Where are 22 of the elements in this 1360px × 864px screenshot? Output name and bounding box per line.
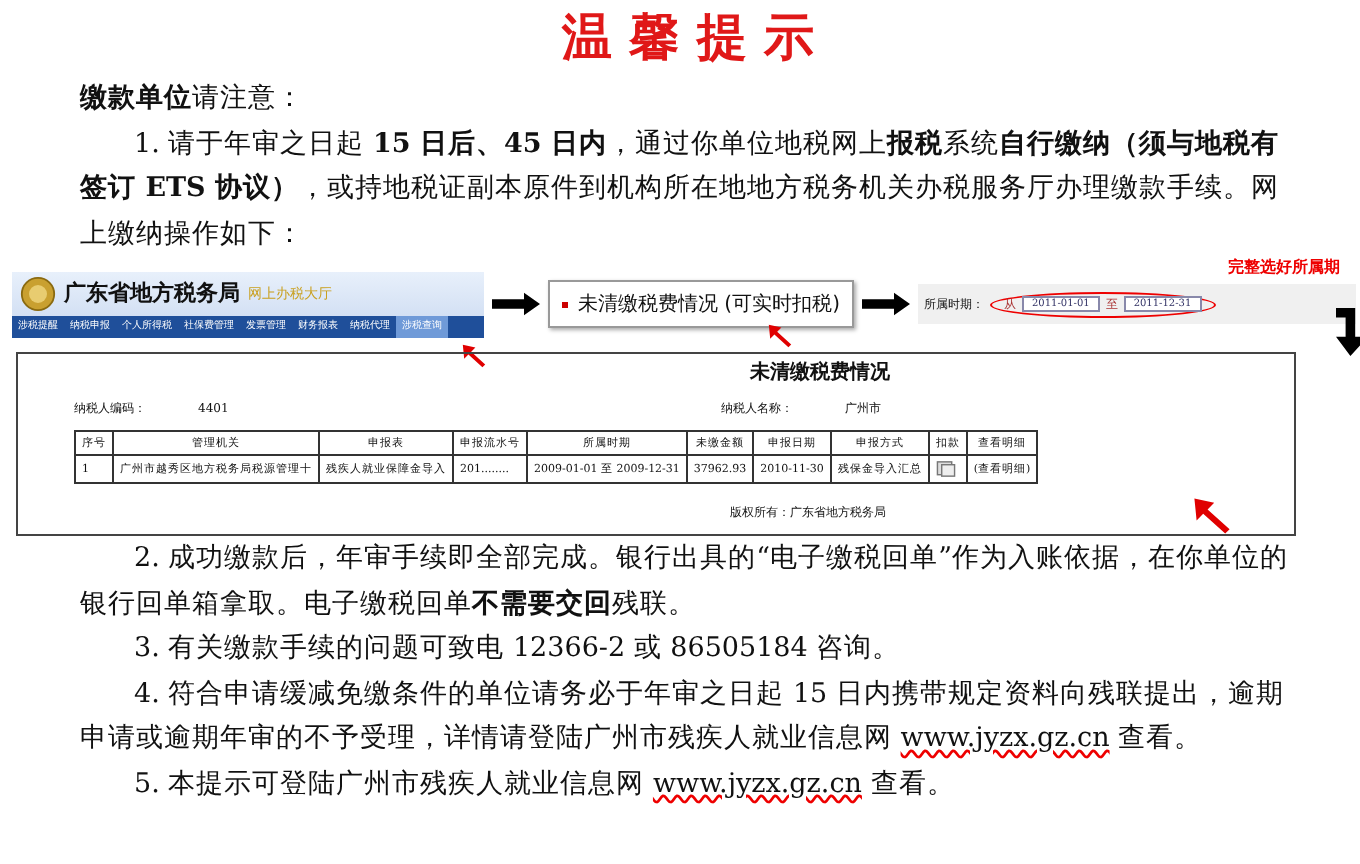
- document-icon[interactable]: [935, 460, 956, 478]
- menu-link[interactable]: 未清缴税费情况 (可实时扣税): [578, 290, 840, 318]
- instruction-paragraph: 5. 本提示可登陆广州市残疾人就业信息网 www.jyzx.gz.cn 查看。: [132, 765, 957, 803]
- emblem-icon: [20, 275, 56, 311]
- report-title: 未清缴税费情况: [748, 359, 892, 388]
- greeting-text: 缴款单位请注意：: [80, 80, 306, 118]
- website-link[interactable]: www.jyzx.gz.cn: [652, 767, 862, 799]
- instruction-paragraph: 1. 请于年审之日起 15 日后、45 日内，通过你单位地税网上报税系统自行缴纳（须与地税有签订 ETS 协议），或持地税证副本原件到机构所在地地方税务机关办税服务厅办理缴款手续。网上缴纳操作如下：: [80, 125, 1281, 253]
- instruction-paragraph: 2. 成功缴款后，年审手续即全部完成。银行出具的“电子缴税回单”作为入账依据，在你单位的银行回单箱拿取。电子缴税回单不需要交回残联。: [80, 540, 1290, 623]
- down-arrow-icon: [1336, 308, 1360, 356]
- instruction-paragraph: 3. 有关缴款手续的问题可致电 12366-2 或 86505184 咨询。: [132, 630, 903, 668]
- pointer-arrow-icon: [1190, 494, 1234, 538]
- notice-title: 温 馨 提 示: [559, 6, 817, 70]
- right-arrow-icon: [492, 292, 540, 316]
- bullet-icon: [562, 301, 568, 307]
- website-link[interactable]: www.jyzx.gz.cn: [900, 722, 1110, 754]
- pointer-arrow-icon: [460, 341, 488, 369]
- right-arrow-icon: [861, 292, 910, 316]
- pointer-arrow-icon: [766, 322, 794, 350]
- portal-name: 广东省地方税务局: [64, 278, 240, 308]
- instruction-paragraph: 4. 符合申请缓减免缴条件的单位请务必于年审之日起 15 日内携带规定资料向残联提出，逾期申请或逾期年审的不予受理，详情请登陆广州市残疾人就业信息网 www.jyzx.gz.cn 查看。: [80, 675, 1286, 758]
- period-note: 完整选好所属期: [1228, 256, 1340, 278]
